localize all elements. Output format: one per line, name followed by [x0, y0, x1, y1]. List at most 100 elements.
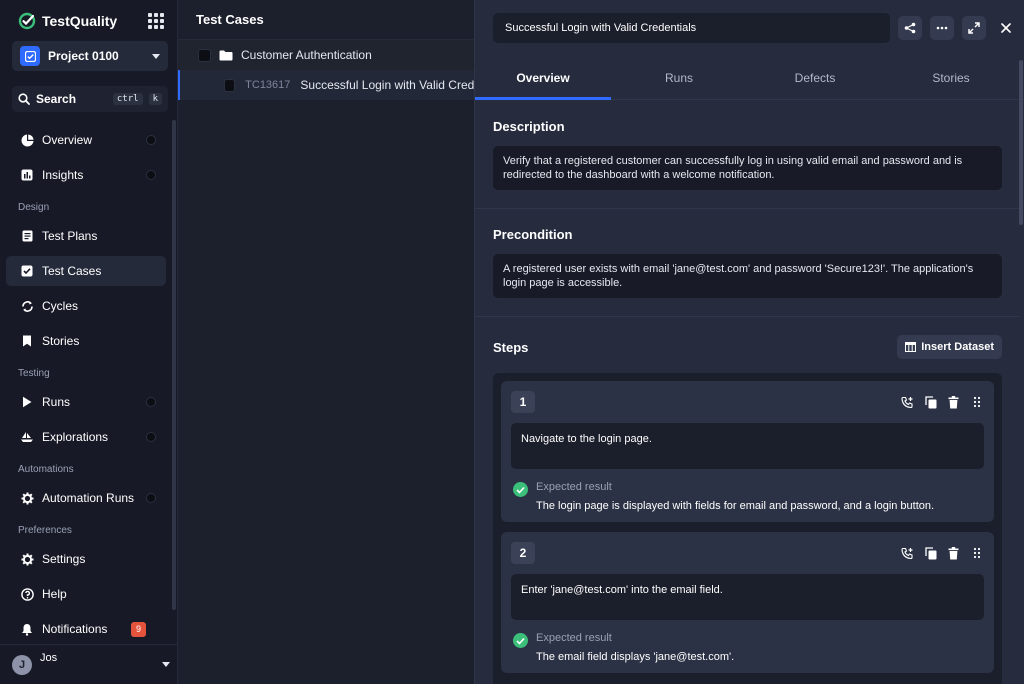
chevron-down-icon	[162, 662, 170, 667]
test-case-row[interactable]: TC13617 Successful Login with Valid Cred…	[178, 70, 474, 100]
detail-tabs: Overview Runs Defects Stories	[475, 56, 1024, 100]
apps-grid-icon[interactable]	[148, 13, 164, 29]
bookmark-icon	[20, 334, 34, 348]
copy-icon[interactable]	[923, 395, 938, 410]
step-action-field[interactable]: Enter 'jane@test.com' into the email fie…	[511, 574, 984, 620]
close-button[interactable]	[994, 16, 1018, 40]
sidebar-nav: Overview Insights Design Test Plans Test…	[0, 125, 172, 649]
more-icon	[936, 26, 948, 30]
tab-stories[interactable]: Stories	[883, 56, 1019, 99]
notification-count-badge: 9	[131, 621, 146, 637]
sidebar-item-label: Runs	[42, 395, 71, 409]
sidebar-scrollbar[interactable]	[172, 120, 176, 610]
precondition-text[interactable]: A registered user exists with email 'jan…	[493, 254, 1002, 298]
sidebar-item-explorations[interactable]: Explorations	[6, 422, 166, 452]
status-dot	[146, 493, 156, 503]
section-label-testing: Testing	[18, 368, 50, 379]
checkbox-icon	[20, 264, 34, 278]
drag-handle-icon[interactable]	[969, 395, 984, 410]
tab-defects[interactable]: Defects	[747, 56, 883, 99]
sidebar-item-label: Explorations	[42, 430, 109, 444]
gear-icon	[20, 491, 34, 505]
expected-result-body: Expected result The login page is displa…	[536, 481, 934, 512]
steps-title: Steps	[493, 339, 529, 355]
project-icon	[20, 46, 40, 66]
sidebar-item-label: Help	[42, 587, 67, 601]
table-icon	[905, 342, 917, 352]
step-card: 1 Navigate to the login page. Expected r…	[501, 381, 994, 522]
status-dot	[146, 432, 156, 442]
tab-runs[interactable]: Runs	[611, 56, 747, 99]
expected-result: Expected result The email field displays…	[511, 632, 984, 663]
shortcut-key-k: k	[148, 93, 162, 105]
test-case-id: TC13617	[245, 79, 291, 91]
search-button[interactable]: Search ctrl k	[12, 86, 168, 112]
add-call-icon[interactable]	[900, 395, 915, 410]
step-toolbar: 2	[511, 542, 984, 564]
sidebar-item-notifications[interactable]: Notifications 9	[6, 614, 166, 644]
copy-icon[interactable]	[923, 546, 938, 561]
expected-result-body: Expected result The email field displays…	[536, 632, 734, 663]
steps-section: Steps Insert Dataset 1 Navigate to the l…	[475, 317, 1020, 684]
insert-dataset-button[interactable]: Insert Dataset	[897, 335, 1002, 359]
section-label-automations: Automations	[18, 464, 74, 475]
check-circle-icon	[513, 633, 528, 648]
sidebar-item-label: Test Cases	[42, 264, 102, 278]
sidebar-item-overview[interactable]: Overview	[6, 125, 166, 155]
sidebar-item-label: Automation Runs	[42, 491, 135, 505]
description-text[interactable]: Verify that a registered customer can su…	[493, 146, 1002, 190]
step-action-field[interactable]: Navigate to the login page.	[511, 423, 984, 469]
sidebar-item-test-plans[interactable]: Test Plans	[6, 221, 166, 251]
sidebar-item-label: Overview	[42, 133, 93, 147]
expand-icon	[968, 22, 980, 34]
sidebar-item-stories[interactable]: Stories	[6, 326, 166, 356]
sidebar-item-label: Cycles	[42, 299, 79, 313]
brand[interactable]: TestQuality	[18, 10, 117, 32]
sidebar-item-runs[interactable]: Runs	[6, 387, 166, 417]
steps-list: 1 Navigate to the login page. Expected r…	[493, 373, 1002, 684]
play-icon	[20, 395, 34, 409]
sidebar-item-automation-runs[interactable]: Automation Runs	[6, 483, 166, 513]
status-dot	[146, 170, 156, 180]
sidebar-item-test-cases[interactable]: Test Cases	[6, 256, 166, 286]
user-menu[interactable]: J Jos	[0, 644, 178, 684]
sidebar-item-label: Settings	[42, 552, 86, 566]
folder-row[interactable]: Customer Authentication	[178, 40, 474, 70]
step-card: 2 Enter 'jane@test.com' into the email f…	[501, 532, 994, 673]
test-case-title-field[interactable]: Successful Login with Valid Credentials	[493, 13, 890, 43]
expected-result-text[interactable]: The email field displays 'jane@test.com'…	[536, 651, 734, 663]
sidebar-item-insights[interactable]: Insights	[6, 160, 166, 190]
sidebar-item-cycles[interactable]: Cycles	[6, 291, 166, 321]
folder-checkbox[interactable]	[198, 48, 211, 62]
folder-name: Customer Authentication	[241, 48, 372, 62]
cycle-icon	[20, 299, 34, 313]
panel-scrollbar[interactable]	[1019, 60, 1023, 225]
more-options-button[interactable]	[930, 16, 954, 40]
search-label: Search	[36, 92, 77, 106]
section-label-preferences: Preferences	[18, 525, 72, 536]
help-icon	[20, 587, 34, 601]
project-selector[interactable]: Project 0100	[12, 41, 168, 71]
sidebar-item-settings[interactable]: Settings	[6, 544, 166, 574]
expand-button[interactable]	[962, 16, 986, 40]
share-button[interactable]	[898, 16, 922, 40]
app-root: TestQuality Project 0100 Search ctrl k O…	[0, 0, 1024, 684]
close-icon	[1001, 23, 1011, 33]
trash-icon[interactable]	[946, 395, 961, 410]
bar-chart-icon	[20, 168, 34, 182]
share-icon	[904, 22, 916, 34]
brand-name: TestQuality	[42, 13, 118, 29]
sidebar-item-help[interactable]: Help	[6, 579, 166, 609]
add-call-icon[interactable]	[900, 546, 915, 561]
test-case-checkbox[interactable]	[224, 78, 236, 92]
document-icon	[20, 229, 34, 243]
expected-result-text[interactable]: The login page is displayed with fields …	[536, 500, 934, 512]
tab-overview[interactable]: Overview	[475, 56, 611, 100]
test-case-title: Successful Login with Valid Credentials	[300, 78, 474, 92]
precondition-title: Precondition	[493, 227, 573, 242]
trash-icon[interactable]	[946, 546, 961, 561]
drag-handle-icon[interactable]	[969, 546, 984, 561]
folder-icon	[219, 50, 233, 60]
check-circle-icon	[513, 482, 528, 497]
expected-result-label: Expected result	[536, 481, 612, 493]
